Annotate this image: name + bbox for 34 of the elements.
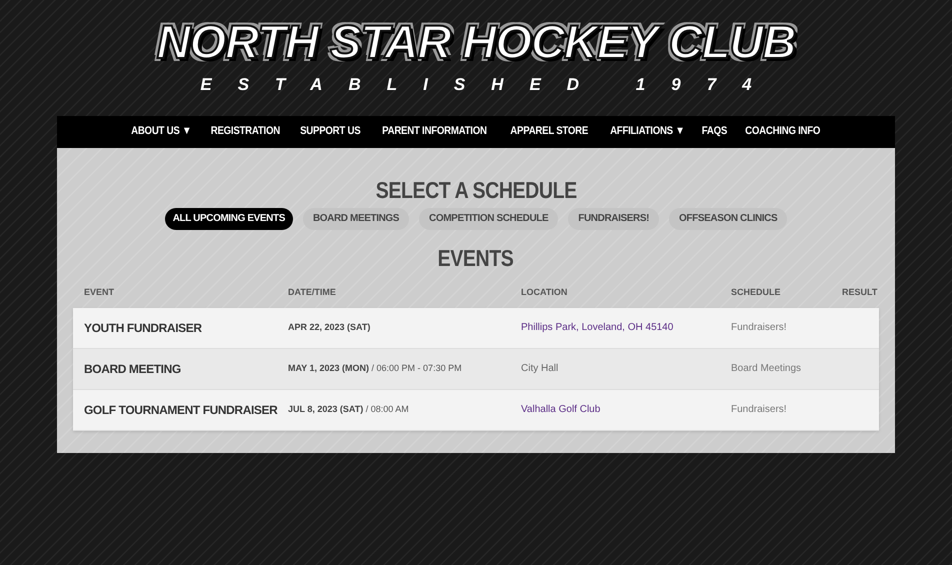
nav-link[interactable]: AFFILIATIONS ▼: [610, 123, 684, 140]
column-header: SCHEDULE: [731, 286, 781, 299]
section-heading: EVENTS: [438, 244, 514, 272]
section-heading: SELECT A SCHEDULE: [376, 176, 576, 204]
event-date: JUL 8, 2023 (SAT) / 08:00 AM: [288, 402, 409, 416]
nav-link[interactable]: REGISTRATION: [210, 123, 280, 140]
column-header: RESULT: [842, 286, 878, 299]
filter-pill[interactable]: COMPETITION SCHEDULE: [419, 208, 558, 230]
column-header: EVENT: [84, 286, 114, 299]
event-date: MAY 1, 2023 (MON) / 06:00 PM - 07:30 PM: [288, 362, 462, 375]
nav-link[interactable]: ABOUT US ▼: [130, 123, 191, 140]
nav-link[interactable]: FAQS: [702, 123, 728, 140]
event-name: GOLF TOURNAMENT FUNDRAISER: [84, 402, 278, 418]
column-header: DATE/TIME: [288, 286, 336, 299]
nav-link[interactable]: APPAREL STORE: [510, 123, 588, 140]
schedule-name: Fundraisers!: [731, 403, 787, 417]
nav-link[interactable]: COACHING INFO: [745, 123, 820, 140]
location-link[interactable]: Valhalla Golf Club: [521, 402, 600, 417]
nav-link[interactable]: PARENT INFORMATION: [382, 123, 487, 140]
event-name: YOUTH FUNDRAISER: [84, 320, 202, 336]
filter-pill[interactable]: OFFSEASON CLINICS: [669, 208, 788, 230]
location-link[interactable]: Phillips Park, Loveland, OH 45140: [521, 320, 674, 335]
schedule-name: Board Meetings: [731, 362, 802, 376]
column-header: LOCATION: [521, 286, 568, 299]
event-name: BOARD MEETING: [84, 360, 181, 378]
club-title: NORTH STAR HOCKEY CLUB: [156, 14, 796, 70]
event-date: APR 22, 2023 (SAT): [288, 320, 370, 334]
schedule-name: Fundraisers!: [731, 321, 787, 335]
location-text: City Hall: [521, 362, 558, 376]
filter-pill[interactable]: ALL UPCOMING EVENTS: [164, 208, 293, 230]
filter-pill[interactable]: BOARD MEETINGS: [302, 208, 410, 230]
filter-pill[interactable]: FUNDRAISERS!: [568, 208, 660, 230]
nav-link[interactable]: SUPPORT US: [300, 123, 360, 140]
established-tagline: ESTABLISHED 1974: [199, 74, 778, 96]
